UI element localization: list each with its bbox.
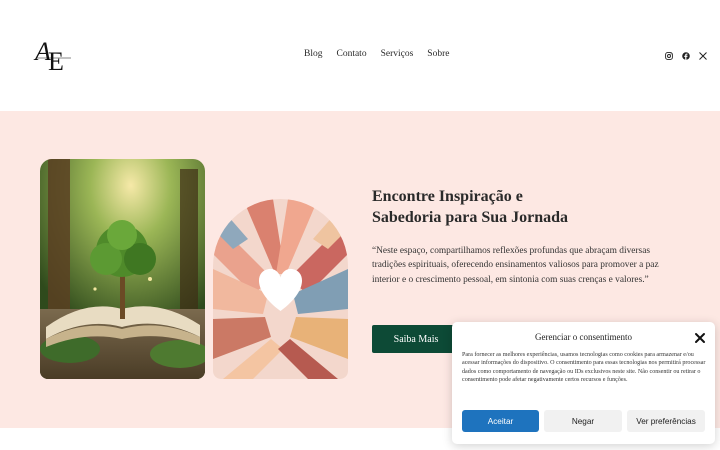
consent-title: Gerenciar o consentimento: [535, 332, 632, 342]
hero-title-line-2: Sabedoria para Sua Jornada: [372, 209, 569, 226]
accept-button[interactable]: Aceitar: [462, 410, 539, 432]
hands-heart-image: [213, 199, 348, 379]
view-preferences-button[interactable]: Ver preferências: [627, 410, 705, 432]
main-nav: Blog Contato Serviços Sobre: [304, 49, 449, 59]
facebook-icon[interactable]: [681, 51, 690, 60]
instagram-icon[interactable]: [664, 51, 673, 60]
hero-title: Encontre Inspiração e Sabedoria para Sua…: [372, 186, 672, 228]
nav-sobre[interactable]: Sobre: [427, 49, 449, 59]
hero-title-line-1: Encontre Inspiração e: [372, 188, 523, 205]
close-icon[interactable]: [693, 330, 707, 344]
logo[interactable]: A E: [33, 34, 75, 76]
site-header: A E Blog Contato Serviços Sobre: [0, 0, 720, 111]
nav-blog[interactable]: Blog: [304, 49, 322, 59]
saiba-mais-button[interactable]: Saiba Mais: [372, 325, 460, 353]
social-links: [664, 51, 707, 60]
x-icon[interactable]: [698, 51, 707, 60]
svg-text:E: E: [48, 47, 64, 74]
nav-servicos[interactable]: Serviços: [381, 49, 414, 59]
forest-book-image: [40, 159, 205, 379]
hero-quote: “Neste espaço, compartilhamos reflexões …: [372, 246, 659, 285]
consent-text: Para fornecer as melhores experiências, …: [462, 352, 706, 383]
nav-contato[interactable]: Contato: [336, 49, 366, 59]
deny-button[interactable]: Negar: [544, 410, 622, 432]
cookie-consent-dialog: Gerenciar o consentimento Para fornecer …: [452, 322, 715, 444]
